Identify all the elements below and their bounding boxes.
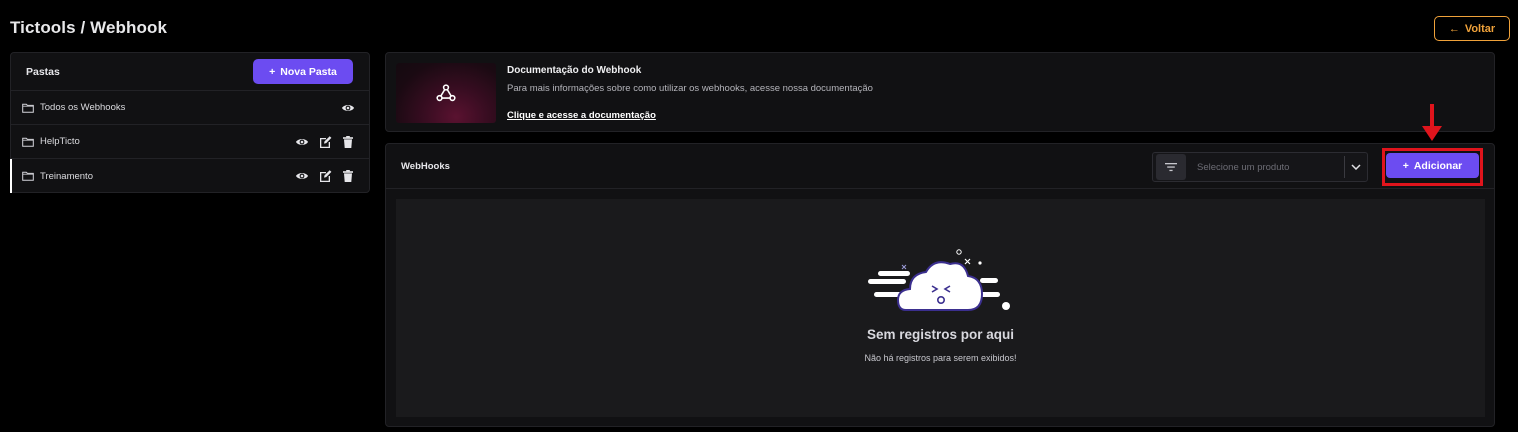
documentation-card: Documentação do Webhook Para mais inform…: [385, 52, 1495, 132]
folder-icon: [22, 171, 34, 181]
product-select[interactable]: Selecione um produto: [1152, 152, 1368, 182]
eye-icon[interactable]: [295, 135, 309, 149]
empty-state-title: Sem registros por aqui: [866, 327, 1015, 342]
folder-item-all-webhooks[interactable]: Todos os Webhooks: [11, 91, 369, 125]
page-title: Tictools / Webhook: [10, 18, 168, 37]
back-button-label: Voltar: [1464, 22, 1496, 35]
folder-label: Treinamento: [40, 170, 93, 182]
eye-icon[interactable]: [295, 169, 309, 183]
add-webhook-label: Adicionar: [1413, 159, 1463, 172]
webhook-icon: [436, 84, 456, 102]
documentation-thumbnail: [396, 63, 496, 123]
folders-panel: Pastas + Nova Pasta Todos os Webhooks He…: [10, 52, 370, 193]
add-webhook-button[interactable]: + Adicionar: [1386, 153, 1479, 178]
folder-label: Todos os Webhooks: [40, 102, 126, 113]
folders-title: Pastas: [26, 65, 60, 78]
folders-header: Pastas + Nova Pasta: [11, 53, 369, 91]
trash-icon[interactable]: [341, 135, 355, 149]
documentation-title: Documentação do Webhook: [507, 65, 642, 76]
folder-icon: [22, 137, 34, 147]
red-arrow-icon: [1422, 104, 1442, 141]
documentation-description: Para mais informações sobre como utiliza…: [507, 83, 873, 94]
folder-item-helpticto[interactable]: HelpTicto: [11, 125, 369, 159]
empty-cloud-illustration: [868, 249, 1010, 311]
edit-icon[interactable]: [318, 135, 332, 149]
folder-item-treinamento[interactable]: Treinamento: [10, 159, 369, 193]
edit-icon[interactable]: [318, 169, 332, 183]
webhooks-panel: WebHooks Selecione um produto + Adiciona…: [385, 143, 1495, 427]
plus-icon: +: [1402, 159, 1409, 172]
eye-icon[interactable]: [341, 101, 355, 115]
folder-label: HelpTicto: [40, 136, 80, 147]
webhooks-header: WebHooks Selecione um produto + Adiciona…: [386, 144, 1494, 189]
folder-icon: [22, 103, 34, 113]
chevron-down-icon[interactable]: [1345, 164, 1367, 170]
new-folder-button[interactable]: + Nova Pasta: [253, 59, 353, 84]
documentation-link[interactable]: Clique e acesse a documentação: [507, 110, 656, 121]
trash-icon[interactable]: [341, 169, 355, 183]
filter-icon: [1156, 154, 1186, 180]
product-select-placeholder: Selecione um produto: [1197, 161, 1290, 173]
webhooks-title: WebHooks: [401, 161, 450, 172]
back-button[interactable]: ← Voltar: [1434, 16, 1510, 41]
arrow-left-icon: ←: [1448, 22, 1460, 35]
empty-state: Sem registros por aqui Não há registros …: [396, 199, 1485, 417]
empty-state-subtitle: Não há registros para serem exibidos!: [864, 353, 1017, 363]
new-folder-label: Nova Pasta: [280, 65, 337, 78]
plus-icon: +: [269, 65, 276, 78]
